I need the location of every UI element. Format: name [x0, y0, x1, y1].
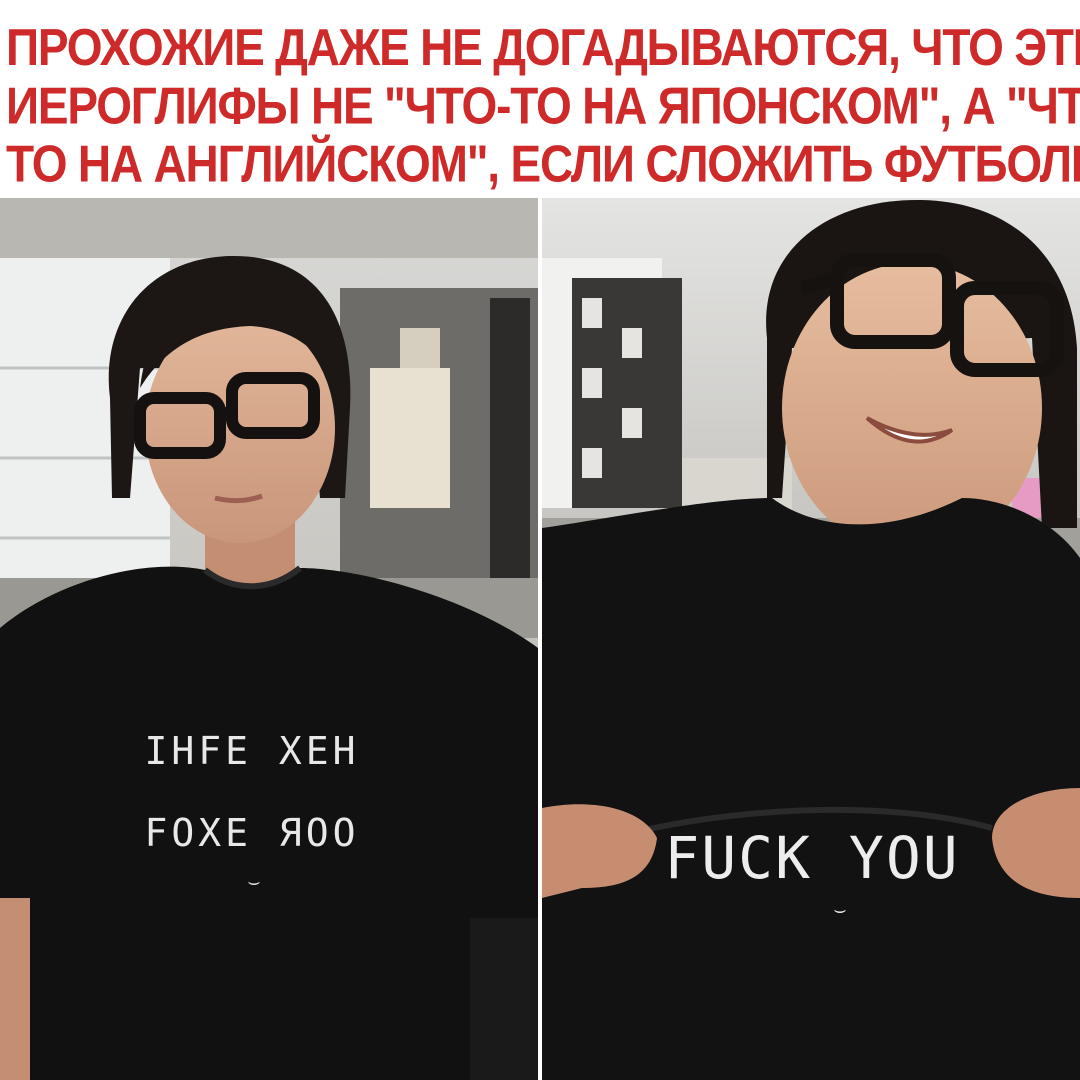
- shirt-glyphs-line-1: IHFE XEH: [144, 729, 359, 773]
- caption-line-1: ПРОХОЖИЕ ДАЖЕ НЕ ДОГАДЫВАЮТСЯ, ЧТО ЭТИ: [6, 18, 1080, 77]
- shirt-symbol-left: ⌣: [247, 869, 260, 893]
- photo-left-unfolded-shirt: IHFE XEH FOXE ЯOO ⌣: [0, 198, 538, 1080]
- shirt-symbol-right: ⌣: [833, 897, 846, 921]
- meme-image: ПРОХОЖИЕ ДАЖЕ НЕ ДОГАДЫВАЮТСЯ, ЧТО ЭТИ И…: [0, 0, 1080, 1080]
- caption-line-3: ТО НА АНГЛИЙСКОМ", ЕСЛИ СЛОЖИТЬ ФУТБОЛКУ: [6, 134, 1080, 193]
- photo-left-illustration: IHFE XEH FOXE ЯOO ⌣: [0, 198, 538, 1080]
- ceiling: [0, 198, 538, 258]
- caption-line-2: ИЕРОГЛИФЫ НЕ "ЧТО-ТО НА ЯПОНСКОМ", А "ЧТ…: [6, 76, 1080, 135]
- photo-right-folded-shirt: FUCK YOU ⌣: [542, 198, 1080, 1080]
- meme-caption: ПРОХОЖИЕ ДАЖЕ НЕ ДОГАДЫВАЮТСЯ, ЧТО ЭТИ И…: [0, 18, 1080, 215]
- photo-right-illustration: FUCK YOU ⌣: [542, 198, 1080, 1080]
- bag-on-shelf: [370, 368, 450, 508]
- shirt-text-revealed: FUCK YOU: [664, 824, 959, 892]
- tshirt-right: [542, 498, 1080, 1080]
- shirt-glyphs-line-2: FOXE ЯOO: [144, 811, 359, 855]
